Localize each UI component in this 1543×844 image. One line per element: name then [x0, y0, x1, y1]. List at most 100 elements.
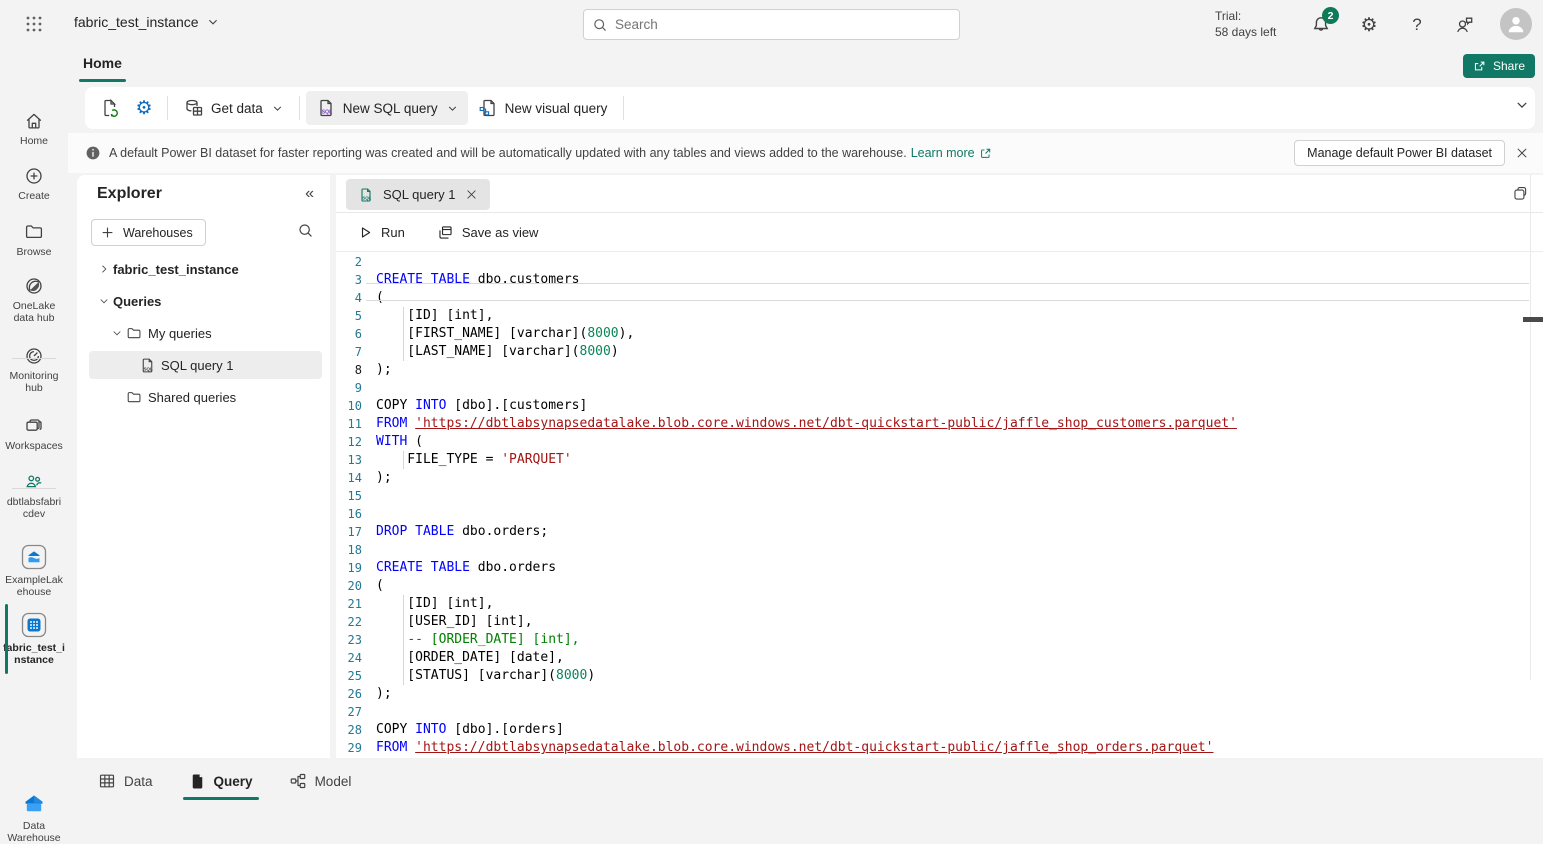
folder-icon [126, 325, 148, 342]
code-text [362, 253, 376, 271]
tab-home[interactable]: Home [83, 55, 122, 71]
tree-item-sql-query-1[interactable]: SQLSQL query 1 [89, 351, 322, 379]
code-line-17[interactable]: 17DROP TABLE dbo.orders; [336, 523, 1543, 541]
chevron-down-icon[interactable] [95, 295, 113, 307]
rail-item-create[interactable]: Create [0, 166, 68, 202]
browse-icon [24, 222, 44, 242]
rail-item-label: Create [18, 190, 50, 202]
warehouse-settings-button[interactable]: ⚙ [127, 92, 161, 124]
save-as-view-icon [437, 224, 454, 241]
active-tab-underline [79, 79, 126, 82]
code-line-18[interactable]: 18 [336, 541, 1543, 559]
new-sql-query-button[interactable]: SQL New SQL query [306, 91, 468, 125]
line-number: 21 [336, 595, 362, 613]
sql-code-area[interactable]: 23CREATE TABLE dbo.customers4(5 [ID] [in… [336, 253, 1543, 758]
code-line-21[interactable]: 21 [ID] [int], [336, 595, 1543, 613]
new-visual-query-button[interactable]: New visual query [468, 91, 618, 125]
code-line-14[interactable]: 14); [336, 469, 1543, 487]
rail-item-dbtlabsfabricdev[interactable]: dbtlabsfabricdev [0, 472, 68, 520]
tab-sql-query-1[interactable]: SQL SQL query 1 [346, 179, 490, 210]
tree-item-fabric-test-instance[interactable]: fabric_test_instance [89, 255, 322, 283]
document-refresh-icon [100, 98, 120, 118]
explorer-search-button[interactable] [297, 222, 314, 239]
fabric-app-window: fabric_test_instance Trial: 58 days left… [0, 0, 1543, 804]
tree-item-my-queries[interactable]: My queries [89, 319, 322, 347]
learn-more-link[interactable]: Learn more [911, 146, 992, 160]
rail-item-home[interactable]: Home [0, 111, 68, 147]
app-launcher-icon[interactable] [14, 5, 54, 43]
query-doc-icon [189, 773, 206, 790]
rail-item-datawarehouse[interactable]: DataWarehouse [0, 792, 68, 844]
lakehouse-icon [21, 544, 47, 570]
code-line-23[interactable]: 23 -- [ORDER_DATE] [int], [336, 631, 1543, 649]
line-number: 11 [336, 415, 362, 433]
svg-text:SQL: SQL [321, 109, 332, 115]
code-line-27[interactable]: 27 [336, 703, 1543, 721]
avatar[interactable] [1500, 8, 1532, 40]
rail-item-examplelakehouse[interactable]: ExampleLakehouse [0, 544, 68, 598]
settings-button[interactable]: ⚙ [1356, 12, 1382, 38]
feedback-button[interactable] [1452, 12, 1478, 38]
code-line-8[interactable]: 8); [336, 361, 1543, 379]
line-number: 14 [336, 469, 362, 487]
chevron-down-icon[interactable] [108, 327, 126, 339]
code-line-12[interactable]: 12WITH ( [336, 433, 1543, 451]
code-line-26[interactable]: 26); [336, 685, 1543, 703]
code-line-7[interactable]: 7 [LAST_NAME] [varchar](8000) [336, 343, 1543, 361]
collapse-explorer-button[interactable]: « [305, 185, 314, 203]
collapse-ribbon-button[interactable] [1515, 98, 1529, 112]
code-line-22[interactable]: 22 [USER_ID] [int], [336, 613, 1543, 631]
editor-scrollbar[interactable] [1530, 175, 1531, 680]
line-number: 17 [336, 523, 362, 541]
close-tab-button[interactable] [465, 188, 478, 201]
code-line-2[interactable]: 2 [336, 253, 1543, 271]
get-data-button[interactable]: Get data [174, 91, 293, 125]
code-line-6[interactable]: 6 [FIRST_NAME] [varchar](8000), [336, 325, 1543, 343]
refresh-dataset-button[interactable] [93, 92, 127, 124]
visual-query-file-icon [478, 98, 498, 118]
code-line-29[interactable]: 29FROM 'https://dbtlabsynapsedatalake.bl… [336, 739, 1543, 757]
banner-close-button[interactable] [1513, 144, 1531, 162]
query-editor-panel: SQL SQL query 1 Run [336, 175, 1543, 758]
code-line-25[interactable]: 25 [STATUS] [varchar](8000) [336, 667, 1543, 685]
code-line-10[interactable]: 10COPY INTO [dbo].[customers] [336, 397, 1543, 415]
code-line-4[interactable]: 4( [336, 289, 1543, 307]
help-button[interactable]: ? [1404, 12, 1430, 38]
workspace-switcher[interactable]: fabric_test_instance [74, 14, 219, 30]
tab-data[interactable]: Data [92, 758, 159, 804]
add-warehouses-button[interactable]: Warehouses [91, 219, 206, 246]
code-line-16[interactable]: 16 [336, 505, 1543, 523]
code-line-5[interactable]: 5 [ID] [int], [336, 307, 1543, 325]
code-line-20[interactable]: 20( [336, 577, 1543, 595]
share-button[interactable]: Share [1463, 54, 1535, 78]
rail-item-onelakedata-hub[interactable]: OneLakedata hub [0, 276, 68, 324]
rail-item-monitoringhub[interactable]: Monitoringhub [0, 346, 68, 394]
default-dataset-banner: A default Power BI dataset for faster re… [68, 133, 1543, 173]
rail-item-workspaces[interactable]: Workspaces [0, 416, 68, 452]
chevron-right-icon[interactable] [95, 263, 113, 275]
code-line-24[interactable]: 24 [ORDER_DATE] [date], [336, 649, 1543, 667]
save-as-view-button[interactable]: Save as view [429, 219, 547, 246]
code-line-9[interactable]: 9 [336, 379, 1543, 397]
tree-item-queries[interactable]: Queries [89, 287, 322, 315]
code-line-11[interactable]: 11FROM 'https://dbtlabsynapsedatalake.bl… [336, 415, 1543, 433]
tree-item-shared-queries[interactable]: Shared queries [89, 383, 322, 411]
code-text: [ID] [int], [362, 307, 493, 325]
run-button[interactable]: Run [350, 220, 413, 245]
search-input[interactable] [615, 17, 951, 32]
code-line-19[interactable]: 19CREATE TABLE dbo.orders [336, 559, 1543, 577]
rail-item-fabric-test-instance[interactable]: fabric_test_instance [0, 612, 68, 666]
manage-default-dataset-button[interactable]: Manage default Power BI dataset [1294, 140, 1505, 166]
tab-query[interactable]: Query [183, 758, 259, 804]
rail-item-label: Browse [16, 246, 51, 258]
people-icon [24, 472, 44, 492]
editor-toolbar: Run Save as view [336, 214, 1543, 252]
copy-button[interactable] [1512, 185, 1529, 202]
tab-model[interactable]: Model [283, 758, 358, 804]
code-line-28[interactable]: 28COPY INTO [dbo].[orders] [336, 721, 1543, 739]
code-line-13[interactable]: 13 FILE_TYPE = 'PARQUET' [336, 451, 1543, 469]
rail-item-browse[interactable]: Browse [0, 222, 68, 258]
scrollbar-marker[interactable] [1523, 317, 1543, 322]
code-line-15[interactable]: 15 [336, 487, 1543, 505]
code-line-3[interactable]: 3CREATE TABLE dbo.customers [336, 271, 1543, 289]
